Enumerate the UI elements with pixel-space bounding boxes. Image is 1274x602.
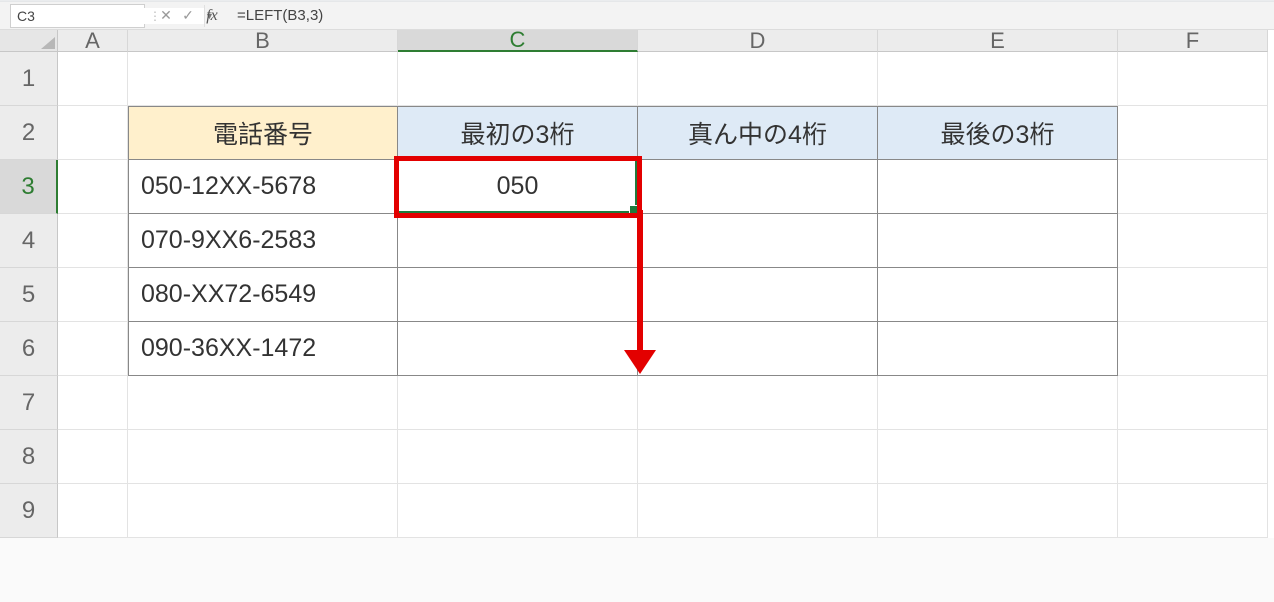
cell-A6[interactable]	[58, 322, 128, 376]
row: 1	[0, 52, 1274, 106]
cell-F2[interactable]	[1118, 106, 1268, 160]
formula-bar-buttons: ⋮ ✕ ✓ fx	[149, 4, 225, 28]
cell-F5[interactable]	[1118, 268, 1268, 322]
col-head-E[interactable]: E	[878, 30, 1118, 52]
cell-C1[interactable]	[398, 52, 638, 106]
cell-E2[interactable]: 最後の3桁	[878, 106, 1118, 160]
column-headers: A B C D E F	[0, 30, 1274, 52]
cell-E6[interactable]	[878, 322, 1118, 376]
cell-C3[interactable]: 050	[398, 160, 638, 214]
cell-A3[interactable]	[58, 160, 128, 214]
cell-B8[interactable]	[128, 430, 398, 484]
col-label: F	[1186, 28, 1199, 54]
cell-D4[interactable]	[638, 214, 878, 268]
cell-F6[interactable]	[1118, 322, 1268, 376]
col-head-D[interactable]: D	[638, 30, 878, 52]
cell-A1[interactable]	[58, 52, 128, 106]
row-head-3[interactable]: 3	[0, 160, 58, 214]
cell-D1[interactable]	[638, 52, 878, 106]
cell-E4[interactable]	[878, 214, 1118, 268]
cell-B5[interactable]: 080-XX72-6549	[128, 268, 398, 322]
cell-D5[interactable]	[638, 268, 878, 322]
cell-C4[interactable]	[398, 214, 638, 268]
insert-function-button[interactable]: fx	[199, 7, 225, 25]
close-icon: ✕	[160, 7, 172, 24]
cell-B4[interactable]: 070-9XX6-2583	[128, 214, 398, 268]
name-box-wrap: ▼	[10, 4, 145, 28]
formula-input-wrap	[231, 4, 1266, 28]
row-head-4[interactable]: 4	[0, 214, 58, 268]
row-head-8[interactable]: 8	[0, 430, 58, 484]
col-head-F[interactable]: F	[1118, 30, 1268, 52]
cell-E7[interactable]	[878, 376, 1118, 430]
col-label: D	[750, 28, 766, 54]
cell-C7[interactable]	[398, 376, 638, 430]
cell-B3[interactable]: 050-12XX-5678	[128, 160, 398, 214]
cell-F9[interactable]	[1118, 484, 1268, 538]
cell-B1[interactable]	[128, 52, 398, 106]
cell-E9[interactable]	[878, 484, 1118, 538]
cancel-formula-button[interactable]: ✕	[155, 5, 177, 27]
cell-F7[interactable]	[1118, 376, 1268, 430]
row: 7	[0, 376, 1274, 430]
cell-D6[interactable]	[638, 322, 878, 376]
cell-D8[interactable]	[638, 430, 878, 484]
check-icon: ✓	[182, 7, 194, 24]
confirm-formula-button[interactable]: ✓	[177, 5, 199, 27]
cell-A4[interactable]	[58, 214, 128, 268]
cell-B6[interactable]: 090-36XX-1472	[128, 322, 398, 376]
row: 2 電話番号最初の3桁真ん中の4桁最後の3桁	[0, 106, 1274, 160]
row-head-5[interactable]: 5	[0, 268, 58, 322]
select-all-corner[interactable]	[0, 30, 58, 52]
col-head-C[interactable]: C	[398, 30, 638, 52]
cell-F1[interactable]	[1118, 52, 1268, 106]
cell-F3[interactable]	[1118, 160, 1268, 214]
col-label: C	[510, 27, 526, 53]
row: 9	[0, 484, 1274, 538]
cell-A9[interactable]	[58, 484, 128, 538]
cell-E8[interactable]	[878, 430, 1118, 484]
formula-bar: ▼ ⋮ ✕ ✓ fx	[0, 2, 1274, 30]
col-head-B[interactable]: B	[128, 30, 398, 52]
cell-E1[interactable]	[878, 52, 1118, 106]
row: 8	[0, 430, 1274, 484]
formula-input[interactable]	[231, 4, 1266, 28]
cell-A2[interactable]	[58, 106, 128, 160]
row-head-9[interactable]: 9	[0, 484, 58, 538]
cell-C5[interactable]	[398, 268, 638, 322]
spreadsheet-grid: A B C D E F 12 電話番号最初の3桁真ん中の4桁最後の3桁 3 050-1…	[0, 30, 1274, 538]
cell-E5[interactable]	[878, 268, 1118, 322]
row-head-1[interactable]: 1	[0, 52, 58, 106]
cell-B7[interactable]	[128, 376, 398, 430]
cell-D2[interactable]: 真ん中の4桁	[638, 106, 878, 160]
cell-C9[interactable]	[398, 484, 638, 538]
col-label: B	[255, 28, 270, 54]
cell-B9[interactable]	[128, 484, 398, 538]
row: 4 070-9XX6-2583	[0, 214, 1274, 268]
row: 6 090-36XX-1472	[0, 322, 1274, 376]
cell-A8[interactable]	[58, 430, 128, 484]
cell-D9[interactable]	[638, 484, 878, 538]
cell-D7[interactable]	[638, 376, 878, 430]
cell-D3[interactable]	[638, 160, 878, 214]
row: 5 080-XX72-6549	[0, 268, 1274, 322]
col-label: A	[85, 28, 100, 54]
row-head-7[interactable]: 7	[0, 376, 58, 430]
col-head-A[interactable]: A	[58, 30, 128, 52]
cell-C8[interactable]	[398, 430, 638, 484]
row-head-2[interactable]: 2	[0, 106, 58, 160]
cell-E3[interactable]	[878, 160, 1118, 214]
col-label: E	[990, 28, 1005, 54]
cell-B2[interactable]: 電話番号	[128, 106, 398, 160]
rows-container: 12電話番号最初の3桁真ん中の4桁最後の3桁3050-12XX-56780504…	[0, 52, 1274, 538]
cell-C6[interactable]	[398, 322, 638, 376]
cell-A7[interactable]	[58, 376, 128, 430]
cell-F4[interactable]	[1118, 214, 1268, 268]
cell-C2[interactable]: 最初の3桁	[398, 106, 638, 160]
cell-A5[interactable]	[58, 268, 128, 322]
row-head-6[interactable]: 6	[0, 322, 58, 376]
row: 3 050-12XX-5678050	[0, 160, 1274, 214]
cell-F8[interactable]	[1118, 430, 1268, 484]
